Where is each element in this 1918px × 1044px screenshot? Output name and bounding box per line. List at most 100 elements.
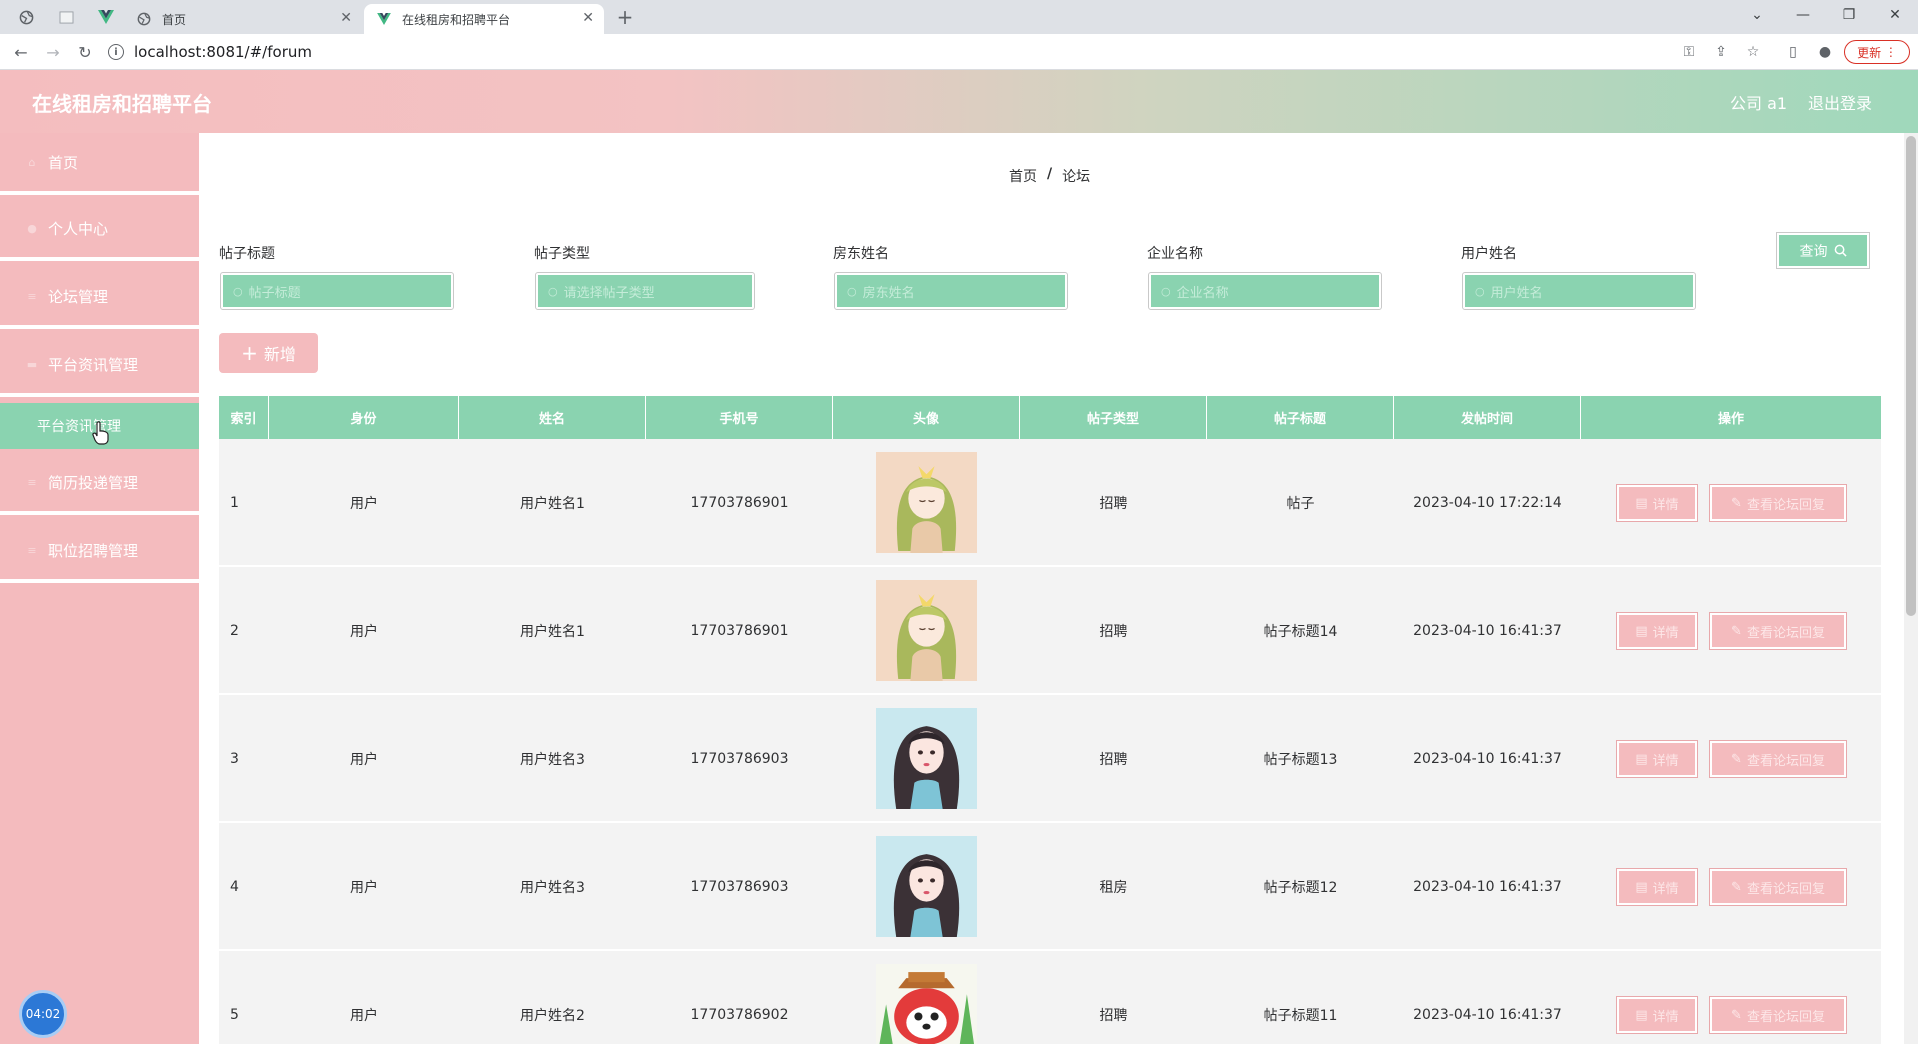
home-icon: ⌂ <box>28 155 36 169</box>
cell-title: 帖子标题12 <box>1263 879 1338 896</box>
globe-icon <box>136 11 152 27</box>
sidebar-item-label: 简历投递管理 <box>48 473 139 492</box>
edit-icon: ✎ <box>1731 495 1742 511</box>
detail-label: 详情 <box>1652 1009 1679 1025</box>
menu-icon: ≡ <box>27 289 37 303</box>
star-icon[interactable]: ☆ <box>1742 42 1764 62</box>
cell-title: 帖子标题14 <box>1263 623 1338 640</box>
filter-label-title: 帖子标题 <box>219 246 275 262</box>
company-search-input[interactable]: ○ 企业名称 <box>1148 272 1382 310</box>
view-replies-button[interactable]: ✎ 查看论坛回复 <box>1709 612 1847 650</box>
cell-index: 2 <box>230 622 239 639</box>
cell-phone: 17703786902 <box>690 1006 789 1023</box>
column-header: 手机号 <box>646 396 833 439</box>
view-replies-button[interactable]: ✎ 查看论坛回复 <box>1709 484 1847 522</box>
info-icon[interactable]: i <box>108 44 124 60</box>
blank-page-icon[interactable] <box>52 5 80 29</box>
breadcrumb-current: 论坛 <box>1062 169 1091 185</box>
reply-label: 查看论坛回复 <box>1746 497 1825 513</box>
search-icon: ○ <box>548 284 558 298</box>
sidebar-item-label: 个人中心 <box>48 219 109 238</box>
avatar[interactable] <box>876 836 977 937</box>
detail-button[interactable]: ▤ 详情 <box>1616 996 1698 1034</box>
document-icon: ▤ <box>1635 1007 1648 1023</box>
cell-name: 用户姓名3 <box>520 879 585 896</box>
minimize-icon[interactable]: — <box>1780 2 1826 28</box>
cell-avatar <box>833 567 1020 694</box>
landlord-search-input[interactable]: ○ 房东姓名 <box>834 272 1068 310</box>
tab-home[interactable]: 首页 ✕ <box>124 4 362 34</box>
type-select[interactable]: ○ 请选择帖子类型 <box>535 272 755 310</box>
tab-title: 在线租房和招聘平台 <box>402 12 511 27</box>
avatar[interactable] <box>876 708 977 809</box>
key-icon[interactable]: ⚿ <box>1678 42 1700 62</box>
scrollbar-thumb[interactable] <box>1906 136 1916 616</box>
sidebar-item-resume[interactable]: ≡ 简历投递管理 <box>0 453 199 515</box>
address-bar: ← → ↻ i localhost:8081/#/forum ⚿ ⇪ ☆ ▯ ●… <box>0 34 1918 70</box>
sidebar-item-jobs[interactable]: ≡ 职位招聘管理 <box>0 521 199 583</box>
update-button[interactable]: 更新 ⋮ <box>1844 40 1910 64</box>
app-header: 在线租房和招聘平台 公司 a1 退出登录 <box>0 70 1918 133</box>
new-tab-button[interactable]: + <box>612 5 638 29</box>
globe-icon[interactable] <box>12 5 40 29</box>
avatar[interactable] <box>876 452 977 553</box>
sidebar-item-news[interactable]: ▬ 平台资讯管理 <box>0 335 199 397</box>
close-icon[interactable]: ✕ <box>340 10 352 26</box>
title-search-input[interactable]: ○ 帖子标题 <box>220 272 454 310</box>
avatar[interactable] <box>876 964 977 1044</box>
logout-link[interactable]: 退出登录 <box>1808 90 1872 114</box>
profile-icon[interactable]: ● <box>1814 42 1836 62</box>
sidebar-subitem-news[interactable]: 平台资讯管理 <box>0 403 199 449</box>
cell-name: 用户姓名1 <box>520 495 585 512</box>
share-icon[interactable]: ⇪ <box>1710 42 1732 62</box>
add-button[interactable]: + 新增 <box>219 333 318 373</box>
table-row: 4 用户 用户姓名3 17703786903 租房 帖子标题12 2023-04… <box>219 823 1881 950</box>
url-text: localhost:8081/#/forum <box>134 43 312 61</box>
cell-time: 2023-04-10 16:41:37 <box>1413 1006 1562 1023</box>
cell-avatar <box>833 823 1020 950</box>
input-placeholder: 帖子标题 <box>248 285 301 301</box>
cell-phone: 17703786903 <box>690 750 789 767</box>
forward-arrow-icon[interactable]: → <box>40 40 66 64</box>
cell-index: 5 <box>230 1006 239 1023</box>
column-header: 姓名 <box>459 396 646 439</box>
cell-time: 2023-04-10 16:41:37 <box>1413 878 1562 895</box>
url-field[interactable]: i localhost:8081/#/forum <box>108 38 1668 66</box>
menu-icon: ≡ <box>27 475 37 489</box>
search-icon: ○ <box>233 284 243 298</box>
document-icon: ▤ <box>1635 751 1648 767</box>
detail-button[interactable]: ▤ 详情 <box>1616 612 1698 650</box>
sidebar-item-forum[interactable]: ≡ 论坛管理 <box>0 267 199 329</box>
vue-logo-icon[interactable] <box>92 5 120 29</box>
sidebar-item-profile[interactable]: ● 个人中心 <box>0 199 199 261</box>
cell-index: 4 <box>230 878 239 895</box>
username-search-input[interactable]: ○ 用户姓名 <box>1462 272 1696 310</box>
view-replies-button[interactable]: ✎ 查看论坛回复 <box>1709 740 1847 778</box>
window-close-icon[interactable]: ✕ <box>1872 2 1918 28</box>
input-placeholder: 用户姓名 <box>1490 285 1543 301</box>
table-row: 1 用户 用户姓名1 17703786901 招聘 帖子 2023-04-10 … <box>219 439 1881 566</box>
avatar[interactable] <box>876 580 977 681</box>
document-icon: ▤ <box>1635 495 1648 511</box>
update-label: 更新 <box>1857 45 1882 60</box>
search-button[interactable]: 查询 <box>1776 232 1870 269</box>
document-icon: ▤ <box>1635 623 1648 639</box>
view-replies-button[interactable]: ✎ 查看论坛回复 <box>1709 996 1847 1034</box>
sidebar-item-home[interactable]: ⌂ 首页 <box>0 133 199 195</box>
close-icon[interactable]: ✕ <box>582 10 594 26</box>
side-panel-icon[interactable]: ▯ <box>1782 42 1804 62</box>
reload-icon[interactable]: ↻ <box>72 40 98 64</box>
back-arrow-icon[interactable]: ← <box>8 40 34 64</box>
chevron-down-icon[interactable]: ⌄ <box>1734 2 1780 28</box>
app-title: 在线租房和招聘平台 <box>32 92 212 116</box>
breadcrumb-home[interactable]: 首页 <box>1009 166 1037 186</box>
cell-phone: 17703786901 <box>690 494 789 511</box>
cell-type: 租房 <box>1099 879 1128 896</box>
view-replies-button[interactable]: ✎ 查看论坛回复 <box>1709 868 1847 906</box>
detail-button[interactable]: ▤ 详情 <box>1616 868 1698 906</box>
detail-button[interactable]: ▤ 详情 <box>1616 484 1698 522</box>
restore-icon[interactable]: ❐ <box>1826 2 1872 28</box>
detail-button[interactable]: ▤ 详情 <box>1616 740 1698 778</box>
tab-platform[interactable]: 在线租房和招聘平台 ✕ <box>364 4 604 34</box>
search-icon <box>1834 244 1847 257</box>
